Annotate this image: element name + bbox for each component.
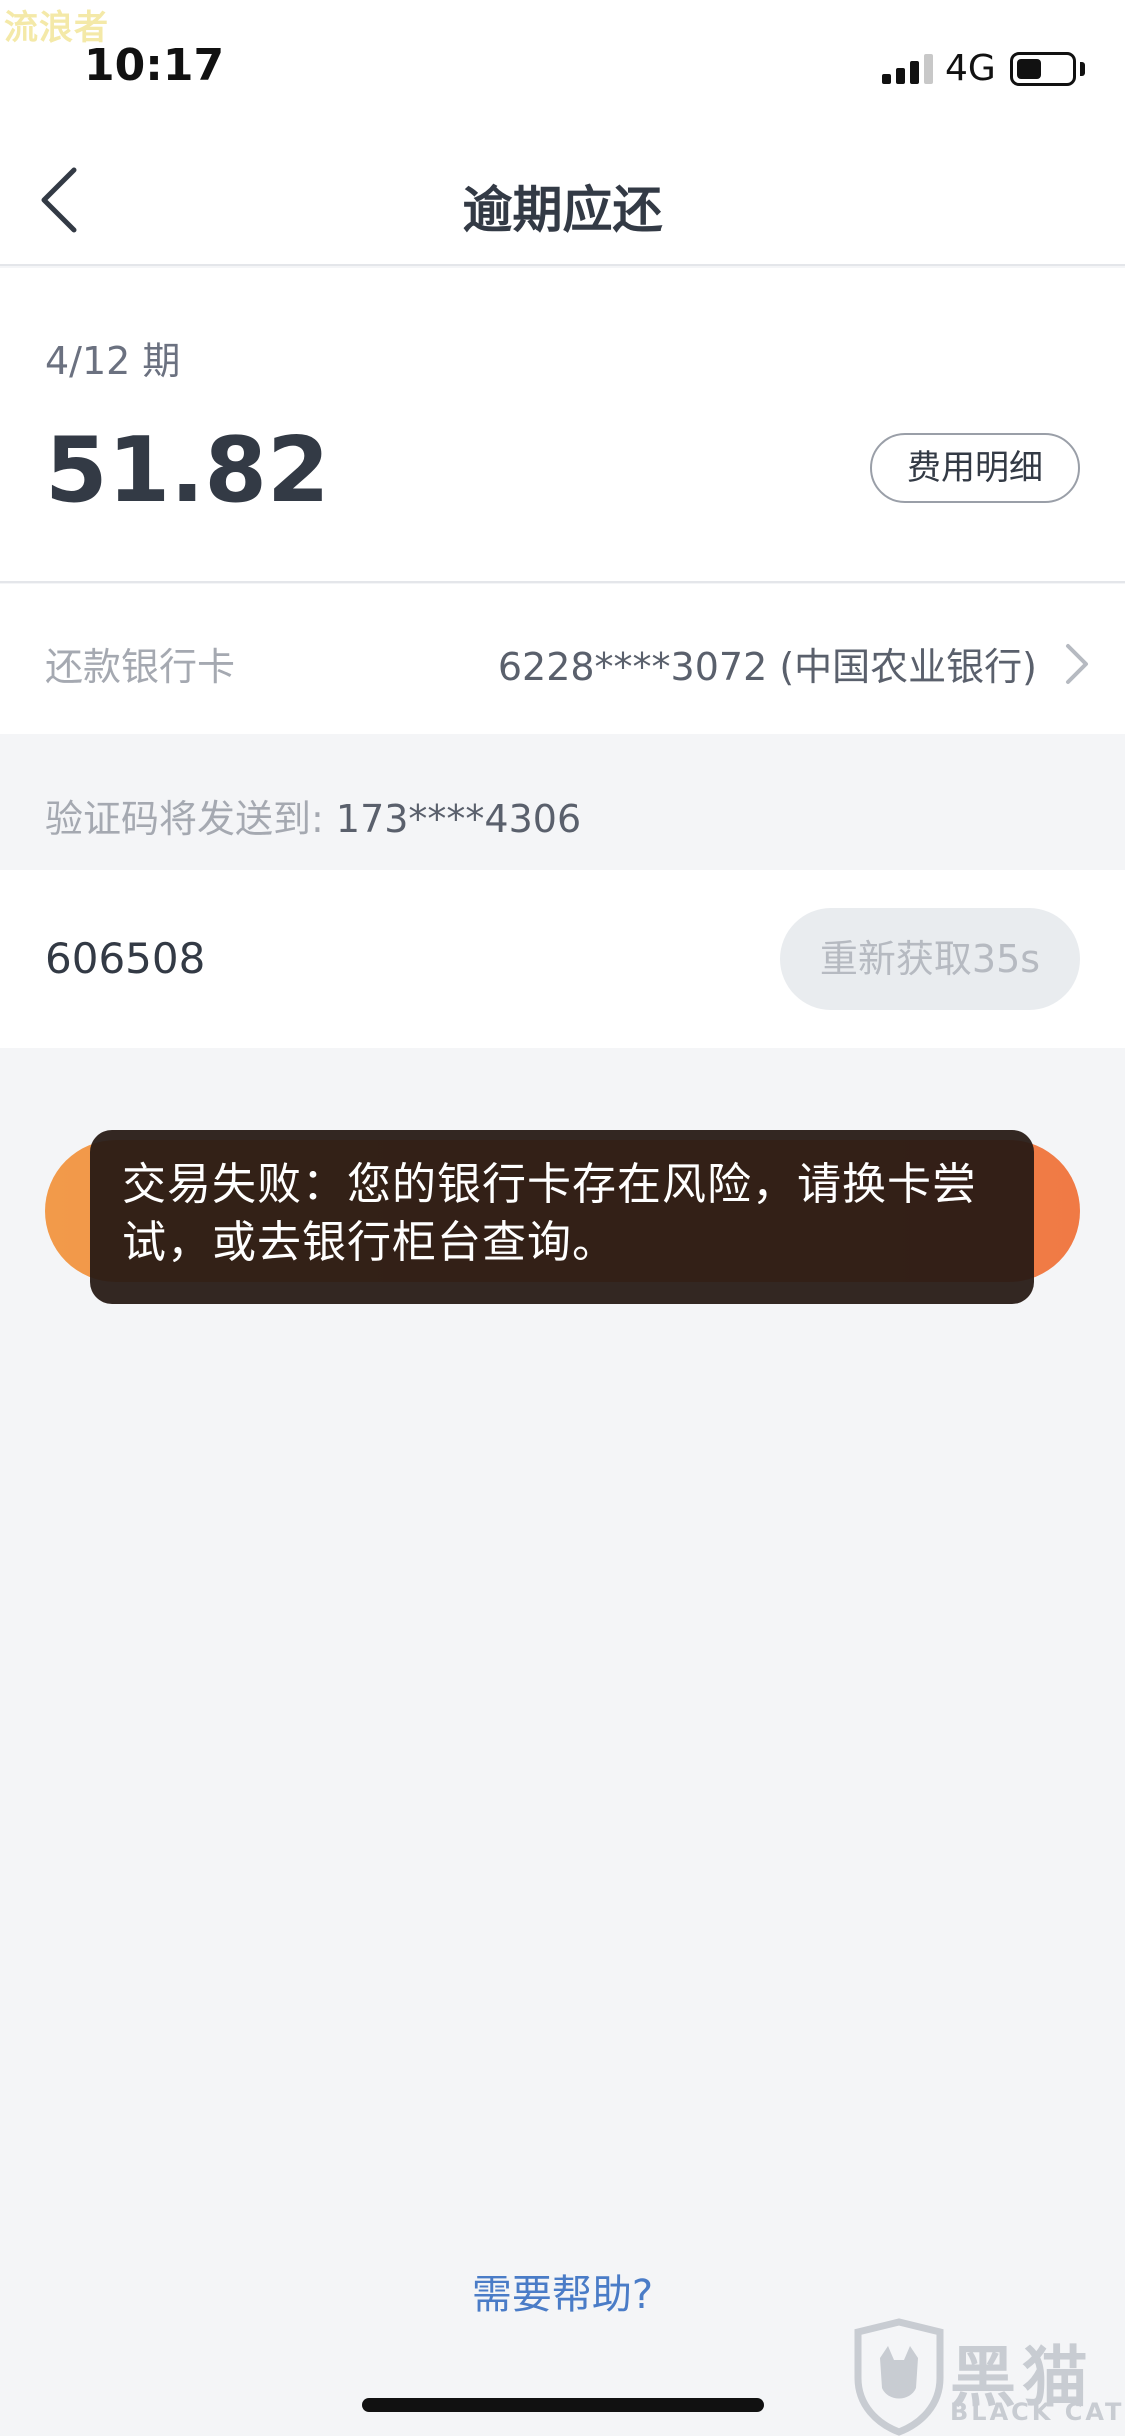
battery-icon (1010, 52, 1076, 86)
sms-phone-number: 173****4306 (335, 797, 582, 841)
bill-period: 4/12 期 (45, 339, 181, 383)
verification-code-row: 重新获取35s (0, 870, 1125, 1048)
watermark-logo-subtext: BLACK CAT (950, 2398, 1125, 2426)
home-indicator (362, 2398, 764, 2412)
status-time: 10:17 (84, 40, 225, 91)
due-amount: 51.82 (45, 418, 330, 523)
bank-card-value: 6228****3072 (中国农业银行) (497, 645, 1037, 689)
page-title: 逾期应还 (462, 181, 663, 239)
battery-cap (1080, 62, 1085, 76)
fee-detail-button[interactable]: 费用明细 (870, 433, 1080, 503)
help-link[interactable]: 需要帮助? (0, 2262, 1125, 2320)
resend-code-button[interactable]: 重新获取35s (780, 908, 1080, 1010)
bank-card-label: 还款银行卡 (45, 645, 236, 689)
cat-shield-icon (854, 2318, 944, 2436)
sms-hint: 验证码将发送到: 173****4306 (45, 788, 581, 843)
nav-bar: 逾期应还 (0, 132, 1125, 266)
chevron-right-icon (1066, 644, 1088, 684)
signal-icon (882, 52, 934, 84)
toast-message: 交易失败：您的银行卡存在风险，请换卡尝试，或去银行柜台查询。 (122, 1159, 977, 1268)
error-toast: 交易失败：您的银行卡存在风险，请换卡尝试，或去银行柜台查询。 (90, 1130, 1034, 1304)
verification-code-input[interactable] (45, 920, 645, 996)
sms-hint-label: 验证码将发送到: (45, 797, 324, 841)
watermark-logo: 黑猫 BLACK CAT (850, 2318, 1125, 2436)
network-type: 4G (945, 48, 996, 89)
bank-card-row[interactable]: 还款银行卡 6228****3072 (中国农业银行) (0, 584, 1125, 734)
status-bar: 流浪者 10:17 4G (0, 0, 1125, 132)
bill-summary: 4/12 期 51.82 费用明细 (0, 268, 1125, 583)
